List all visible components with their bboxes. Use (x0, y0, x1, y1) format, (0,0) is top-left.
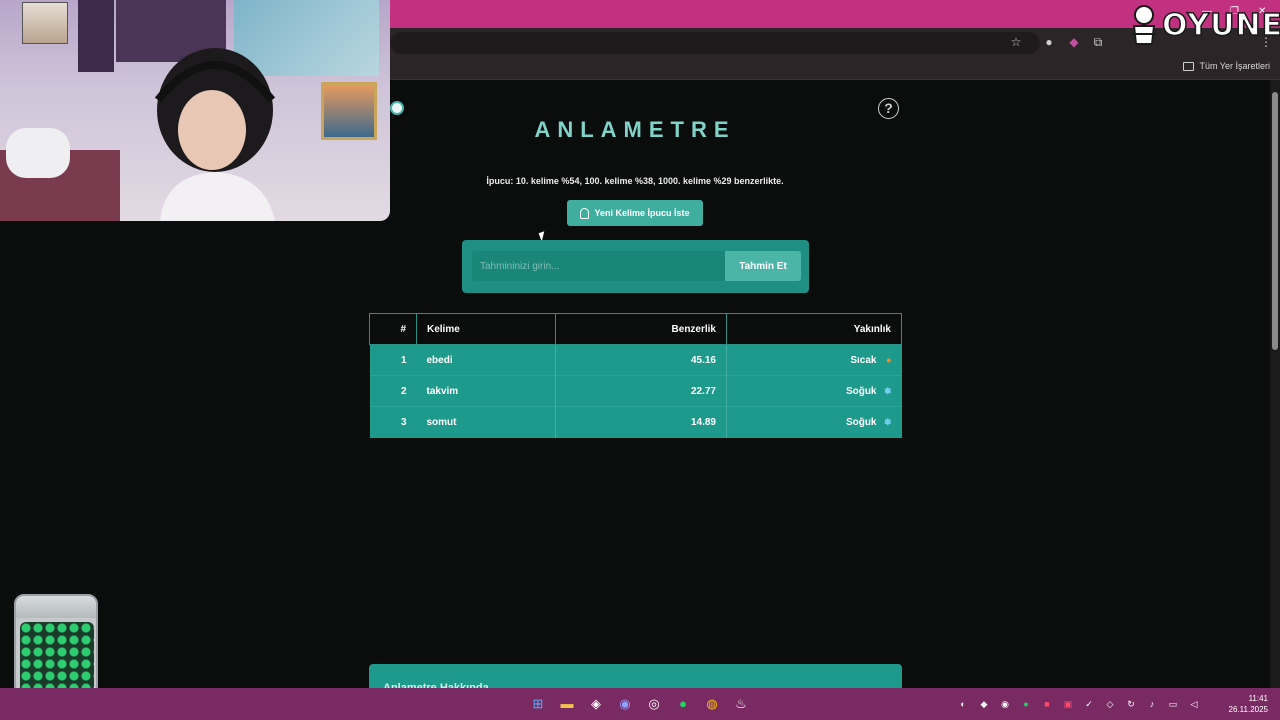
column-header-word: Kelime (416, 313, 556, 345)
streamer-image (154, 48, 276, 221)
tray-app-icon[interactable]: ◆ (977, 697, 991, 711)
folder-icon (1183, 61, 1195, 71)
sync-icon[interactable]: ↻ (1124, 697, 1138, 711)
all-bookmarks[interactable]: Tüm Yer İşaretleri (1183, 61, 1270, 71)
obs-icon[interactable]: ◎ (644, 694, 664, 714)
mascot-icon (1132, 5, 1156, 45)
row-similarity: 45.16 (555, 344, 727, 376)
page-title: ANLAMETRE (534, 117, 736, 142)
tray-app-icon[interactable]: ◇ (1103, 697, 1117, 711)
lightbulb-icon (580, 207, 590, 219)
row-word: takvim (416, 375, 556, 407)
display-icon[interactable]: ▭ (1166, 697, 1180, 711)
clock-time: 11:41 (1248, 694, 1268, 703)
column-header-similarity: Benzerlik (555, 313, 727, 345)
status-dot (390, 101, 404, 115)
discord-icon[interactable]: ◉ (615, 694, 635, 714)
secondary-webcam (22, 2, 68, 44)
tray-app-icon[interactable]: ■ (1040, 697, 1054, 711)
proximity-label: Sıcak (850, 354, 877, 366)
chrome-icon[interactable]: ◍ (702, 694, 722, 714)
tray-app-icon[interactable]: ▣ (1061, 697, 1075, 711)
puzzle-extensions-icon[interactable]: ⧉ (1090, 34, 1106, 50)
row-number: 3 (369, 406, 417, 438)
app-icon[interactable]: ◈ (586, 694, 606, 714)
snowflake-icon: ❄ (883, 416, 892, 427)
table-row: 2 takvim 22.77 Soğuk ❄ (369, 375, 902, 407)
wall-poster (78, 0, 114, 72)
scrollbar-thumb[interactable] (1272, 92, 1278, 350)
guess-input[interactable] (472, 251, 726, 281)
webcam-overlay (0, 0, 390, 221)
tray-app-icon[interactable]: ✓ (1082, 697, 1096, 711)
table-row: 1 ebedi 45.16 Sıcak ● (369, 344, 902, 376)
new-hint-button[interactable]: Yeni Kelime İpucu İste (567, 200, 703, 226)
windows-start-icon[interactable]: ⊞ (528, 694, 548, 714)
row-proximity: Soğuk ❄ (726, 406, 902, 438)
fire-icon: ● (886, 354, 892, 365)
extension-icon[interactable]: ● (1041, 34, 1057, 50)
taskbar-clock[interactable]: 11:41 26.11.2025 (1229, 693, 1268, 715)
guess-form: Tahmin Et (462, 240, 809, 293)
microphone-icon[interactable]: ♪ (1145, 697, 1159, 711)
guesses-table: # Kelime Benzerlik Yakınlık 1 ebedi 45.1… (369, 313, 902, 438)
column-header-proximity: Yakınlık (726, 313, 902, 345)
all-bookmarks-label: Tüm Yer İşaretleri (1199, 61, 1270, 71)
hint-text: İpucu: 10. kelime %54, 100. kelime %38, … (486, 176, 784, 186)
proximity-label: Soğuk (845, 416, 877, 428)
submit-guess-button[interactable]: Tahmin Et (725, 251, 801, 281)
snowflake-icon: ❄ (883, 385, 892, 396)
spotify-tray-icon[interactable]: ● (1019, 697, 1033, 711)
row-number: 1 (369, 344, 417, 376)
discord-tray-icon[interactable]: ◉ (998, 697, 1012, 711)
spotify-icon[interactable]: ● (673, 694, 693, 714)
plush-toys (6, 128, 70, 178)
screen: — ❐ ✕ ☆ ● ◆ ⧉ ⋮ Tüm Yer İşaretleri OYUNE… (0, 0, 1280, 720)
row-proximity: Sıcak ● (726, 344, 902, 376)
row-number: 2 (369, 375, 417, 407)
proximity-label: Soğuk (845, 385, 877, 397)
jar-lid (16, 596, 96, 618)
wall-painting (321, 82, 377, 140)
system-tray: ◐ ◆ ◉ ● ■ ▣ ✓ ◇ ↻ ♪ ▭ ◁ (956, 697, 1201, 711)
bookmark-star-icon[interactable]: ☆ (1008, 34, 1024, 50)
taskbar-apps: ⊞ ▬ ◈ ◉ ◎ ● ◍ ♨ (528, 694, 751, 714)
new-hint-button-label: Yeni Kelime İpucu İste (594, 208, 690, 218)
tray-app-icon[interactable]: ◐ (956, 697, 970, 711)
speaker-icon[interactable]: ◁ (1187, 697, 1201, 711)
row-similarity: 14.89 (555, 406, 727, 438)
logo-text: OYUNEKS (1161, 7, 1280, 44)
extension-icon[interactable]: ◆ (1066, 34, 1082, 50)
help-button[interactable]: ? (878, 98, 899, 119)
file-explorer-icon[interactable]: ▬ (557, 694, 577, 714)
table-row: 3 somut 14.89 Soğuk ❄ (369, 406, 902, 438)
steam-icon[interactable]: ♨ (731, 694, 751, 714)
row-word: ebedi (416, 344, 556, 376)
row-proximity: Soğuk ❄ (726, 375, 902, 407)
address-bar[interactable] (390, 32, 1040, 54)
channel-logo: OYUNEKS (1128, 2, 1280, 48)
column-header-number: # (369, 313, 417, 345)
clock-date: 26.11.2025 (1228, 705, 1268, 714)
table-header-row: # Kelime Benzerlik Yakınlık (369, 313, 902, 345)
page-scrollbar[interactable] (1270, 80, 1280, 688)
row-similarity: 22.77 (555, 375, 727, 407)
row-word: somut (416, 406, 556, 438)
taskbar: ⊞ ▬ ◈ ◉ ◎ ● ◍ ♨ ◐ ◆ ◉ ● ■ ▣ ✓ ◇ ↻ ♪ ▭ ◁ … (0, 688, 1280, 720)
